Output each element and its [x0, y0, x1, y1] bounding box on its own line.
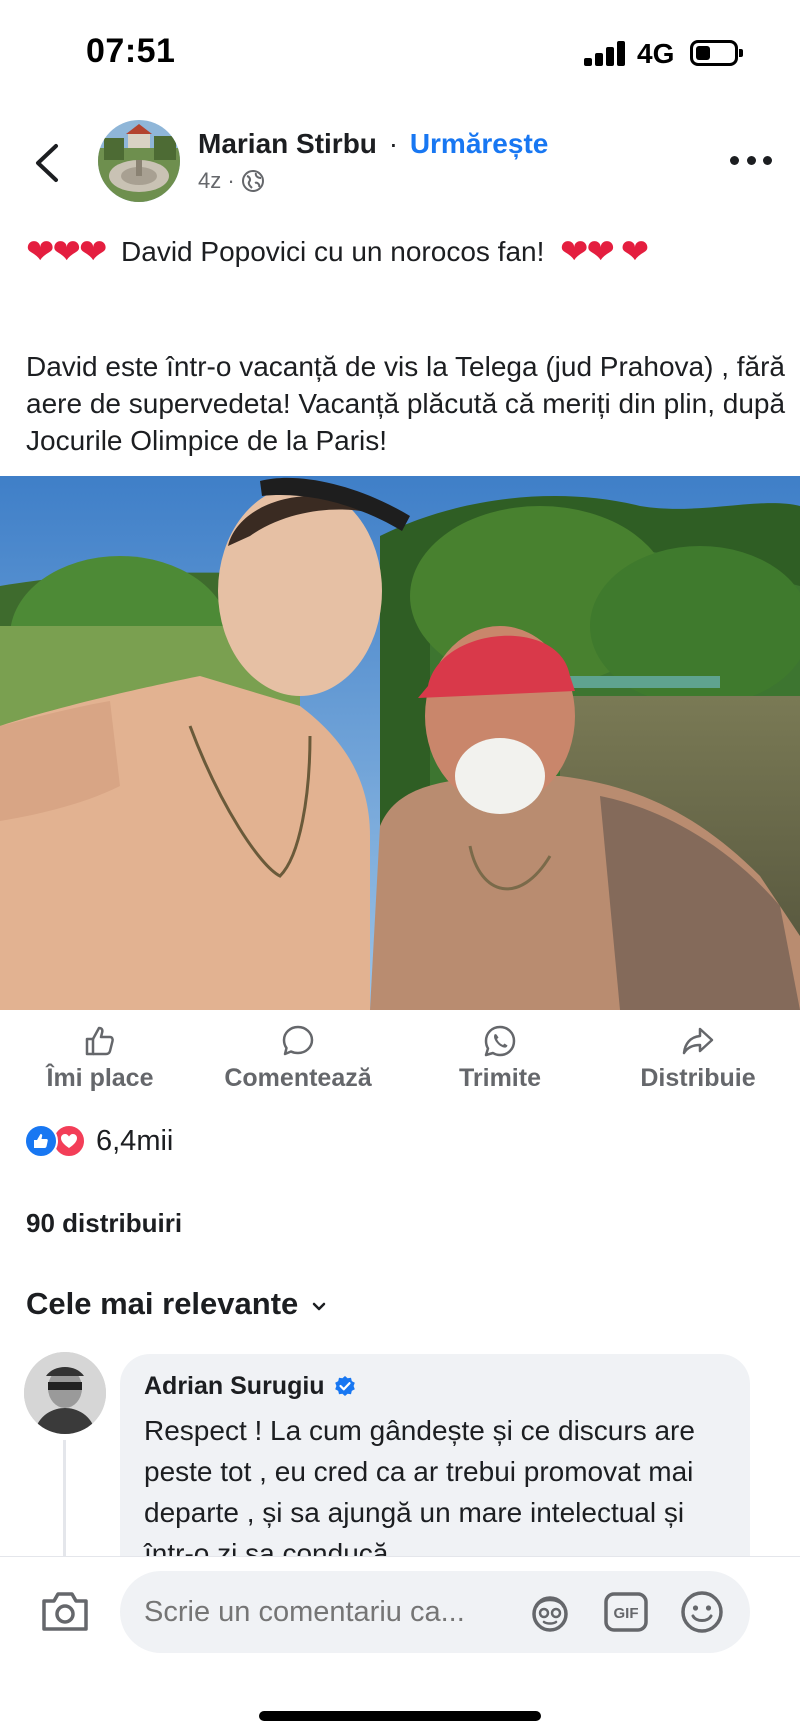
share-arrow-icon [682, 1027, 714, 1055]
reactions-count: 6,4mii [96, 1124, 174, 1157]
post-action-bar: Îmi place Comentează Trimite Distribuie [0, 1020, 800, 1100]
camera-button[interactable] [40, 1589, 90, 1633]
author-line: Marian Stirbu · Urmărește [198, 128, 548, 160]
share-button[interactable]: Distribuie [628, 1020, 768, 1100]
author-name[interactable]: Marian Stirbu [198, 128, 377, 159]
avatar-sticker-button[interactable] [526, 1588, 574, 1636]
comment-bubble-icon [282, 1025, 314, 1056]
dot-icon [730, 155, 739, 165]
commenter-avatar[interactable] [24, 1352, 106, 1434]
whatsapp-icon [484, 1025, 516, 1057]
sort-label: Cele mai relevante [26, 1286, 299, 1321]
gif-icon: GIF [604, 1592, 648, 1632]
svg-text:GIF: GIF [614, 1605, 639, 1622]
send-label: Trimite [459, 1064, 541, 1092]
dot-icon [763, 155, 772, 165]
comment-sort-dropdown[interactable]: Cele mai relevante [26, 1286, 326, 1322]
comment-button[interactable]: Comentează [208, 1020, 388, 1100]
post-meta: 4z · [198, 168, 265, 194]
heart-emoji-icon: ❤❤❤ [26, 233, 107, 271]
send-whatsapp-button[interactable]: Trimite [440, 1020, 560, 1100]
chevron-down-icon [313, 1302, 326, 1311]
avatar-sticker-icon [532, 1596, 568, 1632]
dot-icon [746, 155, 756, 165]
reactions-summary[interactable]: 6,4mii [24, 1124, 173, 1158]
like-label: Îmi place [46, 1064, 154, 1092]
emoji-button[interactable] [678, 1588, 726, 1636]
camera-icon [42, 1592, 88, 1631]
like-button[interactable]: Îmi place [20, 1020, 180, 1100]
comment-text: Respect ! La cum gândește și ce discurs … [144, 1415, 695, 1569]
chevron-left-icon [36, 144, 58, 182]
battery-icon [690, 40, 743, 66]
comment-label: Comentează [224, 1064, 372, 1092]
follow-button[interactable]: Urmărește [410, 128, 549, 159]
status-bar: 07:51 4G [0, 0, 800, 100]
status-time: 07:51 [86, 32, 176, 70]
verified-badge-icon [334, 1375, 355, 1396]
comment-composer: GIF [0, 1556, 800, 1733]
heart-emoji-icon: ❤❤ [559, 233, 615, 271]
share-label: Distribuie [640, 1064, 756, 1092]
more-options-button[interactable] [730, 150, 772, 170]
back-button[interactable] [28, 138, 68, 188]
globe-icon [241, 170, 264, 192]
author-avatar[interactable] [98, 120, 180, 202]
post-headline: ❤❤❤ David Popovici cu un norocos fan! ❤❤… [26, 234, 776, 270]
composer-icons: GIF [526, 1587, 726, 1637]
smiley-icon [681, 1591, 723, 1633]
home-indicator [259, 1711, 541, 1721]
headline-text: David Popovici cu un norocos fan! [121, 236, 545, 267]
like-reaction-icon [24, 1124, 58, 1158]
commenter-name[interactable]: Adrian Surugiu [144, 1372, 325, 1401]
shares-count[interactable]: 90 distribuiri [26, 1208, 182, 1239]
post-time[interactable]: 4z · [198, 168, 235, 194]
commenter-name-row: Adrian Surugiu [144, 1372, 357, 1401]
gif-button[interactable]: GIF [602, 1588, 650, 1636]
signal-icon [584, 40, 626, 66]
heart-emoji-icon: ❤ [620, 233, 649, 271]
post-body: David este într-o vacanță de vis la Tele… [26, 351, 786, 456]
post-photo[interactable] [0, 476, 800, 1010]
separator-dot: · [388, 128, 399, 159]
network-type: 4G [637, 38, 675, 69]
thumbs-up-icon [85, 1026, 114, 1056]
comment-thread-line [63, 1440, 66, 1560]
